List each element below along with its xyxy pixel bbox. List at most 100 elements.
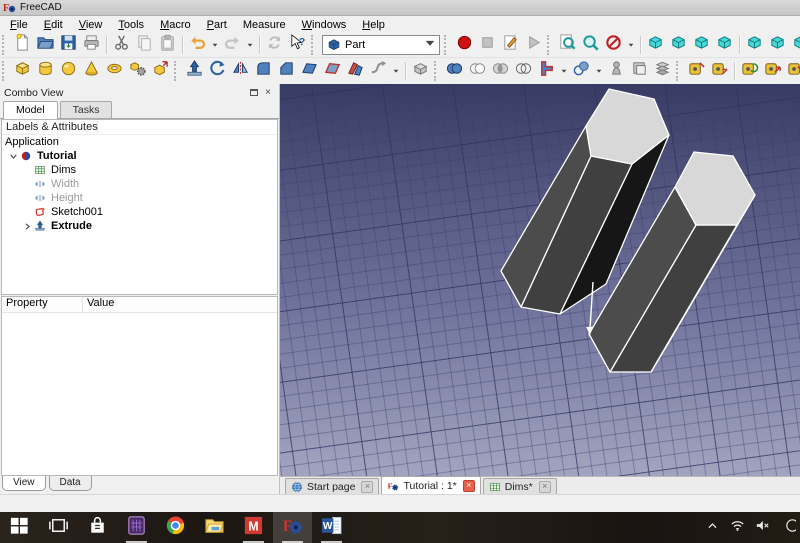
zoom-fit-button[interactable] — [556, 34, 579, 57]
cut-button[interactable] — [110, 34, 133, 57]
open-button[interactable] — [34, 34, 57, 57]
redo-button[interactable] — [221, 34, 244, 57]
view-axonometric-button[interactable] — [644, 34, 667, 57]
tree-item-sketch001[interactable]: Sketch001 — [2, 205, 277, 219]
network-button[interactable] — [725, 512, 750, 543]
chamfer-button[interactable] — [275, 60, 298, 83]
measure-linear-button[interactable] — [685, 60, 708, 83]
dropdown-caret-icon[interactable] — [593, 60, 605, 83]
print-button[interactable] — [80, 34, 103, 57]
toolbar-grip[interactable] — [2, 35, 9, 55]
dropdown-caret-icon[interactable] — [558, 60, 570, 83]
fillet-button[interactable] — [252, 60, 275, 83]
word-button[interactable]: W — [312, 512, 351, 543]
menu-windows[interactable]: Windows — [294, 18, 355, 32]
refresh-button[interactable] — [263, 34, 286, 57]
tree-expander-icon[interactable] — [20, 222, 34, 231]
tab-close-icon[interactable]: × — [463, 480, 475, 492]
undo-button[interactable] — [186, 34, 209, 57]
menu-macro[interactable]: Macro — [152, 18, 199, 32]
volume-button[interactable] — [750, 512, 775, 543]
tree-root-application[interactable]: Application — [2, 135, 277, 149]
boolean-common-button[interactable] — [489, 60, 512, 83]
tab-view[interactable]: View — [2, 476, 46, 491]
extrude-button[interactable] — [183, 60, 206, 83]
tree-expander-icon[interactable] — [6, 152, 20, 161]
menu-view[interactable]: View — [71, 18, 111, 32]
view-front-button[interactable] — [667, 34, 690, 57]
explorer-button[interactable] — [195, 512, 234, 543]
loft-button[interactable] — [344, 60, 367, 83]
panel-float-button[interactable] — [247, 87, 261, 99]
save-button[interactable] — [57, 34, 80, 57]
dropdown-caret-icon[interactable] — [209, 34, 221, 57]
document-tab-dims-[interactable]: Dims*× — [483, 478, 557, 494]
view-bottom-button[interactable] — [766, 34, 789, 57]
sweep-button[interactable] — [367, 60, 390, 83]
measure-refresh-button[interactable] — [738, 60, 761, 83]
menu-file[interactable]: File — [2, 18, 36, 32]
revolve-button[interactable] — [206, 60, 229, 83]
freecad-button[interactable]: F — [273, 512, 312, 543]
toolbar-grip[interactable] — [2, 61, 9, 81]
defeaturing-button[interactable] — [605, 60, 628, 83]
hex-prism-scene[interactable] — [280, 84, 796, 476]
toolbar-grip[interactable] — [444, 35, 451, 55]
tray-expand-button[interactable] — [700, 512, 725, 543]
boolean-section-button[interactable] — [512, 60, 535, 83]
dropdown-caret-icon[interactable] — [390, 60, 402, 83]
tree-item-extrude[interactable]: Extrude — [2, 219, 277, 233]
view-left-button[interactable] — [789, 34, 800, 57]
torus-button[interactable] — [103, 60, 126, 83]
tab-tasks[interactable]: Tasks — [60, 101, 113, 118]
cone-button[interactable] — [80, 60, 103, 83]
measure-toggle-3d-button[interactable] — [761, 60, 784, 83]
view-right-button[interactable] — [713, 34, 736, 57]
shape-builder-button[interactable] — [149, 60, 172, 83]
whats-this-button[interactable]: ? — [286, 34, 309, 57]
mirror-button[interactable] — [229, 60, 252, 83]
draw-style-button[interactable] — [602, 34, 625, 57]
new-button[interactable] — [11, 34, 34, 57]
box-button[interactable] — [11, 60, 34, 83]
menu-help[interactable]: Help — [354, 18, 393, 32]
store-button[interactable] — [78, 512, 117, 543]
dropdown-caret-icon[interactable] — [244, 34, 256, 57]
tree-item-dims[interactable]: Dims — [2, 163, 277, 177]
solid-button[interactable] — [409, 60, 432, 83]
tray-edge-partial[interactable] — [775, 512, 800, 543]
paste-button[interactable] — [156, 34, 179, 57]
dropdown-caret-icon[interactable] — [625, 34, 637, 57]
split-button[interactable] — [570, 60, 593, 83]
tab-close-icon[interactable]: × — [539, 481, 551, 493]
tree-item-width[interactable]: Width — [2, 177, 277, 191]
chrome-button[interactable] — [156, 512, 195, 543]
menu-measure[interactable]: Measure — [235, 18, 294, 32]
thickness-button[interactable] — [628, 60, 651, 83]
document-tab-tutorial-1-[interactable]: FTutorial : 1*× — [381, 476, 480, 494]
toolbar-grip[interactable] — [434, 61, 441, 81]
macro-edit-button[interactable] — [499, 34, 522, 57]
boolean-union-button[interactable] — [443, 60, 466, 83]
view-top-button[interactable] — [690, 34, 713, 57]
start-button[interactable] — [0, 512, 39, 543]
panel-close-button[interactable]: × — [261, 87, 275, 99]
document-tab-start-page[interactable]: Start page× — [285, 478, 379, 494]
toolbar-grip[interactable] — [311, 35, 318, 55]
menu-tools[interactable]: Tools — [110, 18, 152, 32]
3d-viewport[interactable] — [280, 84, 800, 476]
boolean-cut-button[interactable] — [466, 60, 489, 83]
connect-button[interactable] — [535, 60, 558, 83]
mendeley-button[interactable]: M — [234, 512, 273, 543]
view-rear-button[interactable] — [743, 34, 766, 57]
menu-edit[interactable]: Edit — [36, 18, 71, 32]
cylinder-button[interactable] — [34, 60, 57, 83]
tree-item-tutorial[interactable]: Tutorial — [2, 149, 277, 163]
task-view-button[interactable] — [39, 512, 78, 543]
tab-close-icon[interactable]: × — [361, 481, 373, 493]
zoom-button[interactable] — [579, 34, 602, 57]
toolbar-grip[interactable] — [174, 61, 181, 81]
workbench-selector[interactable]: Part — [322, 35, 440, 55]
macro-record-button[interactable] — [453, 34, 476, 57]
tree-item-height[interactable]: Height — [2, 191, 277, 205]
